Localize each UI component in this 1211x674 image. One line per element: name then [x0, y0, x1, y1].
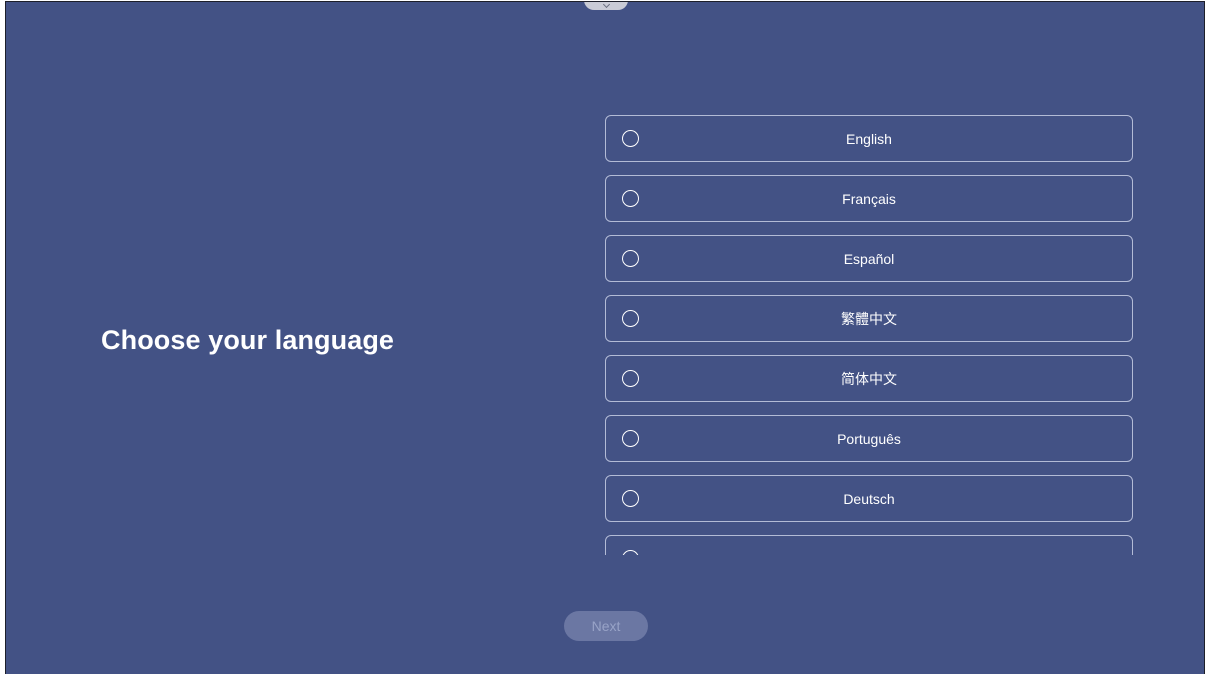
- page-title: Choose your language: [101, 325, 395, 355]
- language-list[interactable]: English Français Español 繁體中文 简体中文 Portu…: [605, 115, 1135, 555]
- language-label: English: [846, 130, 892, 147]
- language-label: 简体中文: [841, 370, 897, 387]
- language-option-portugues[interactable]: Português: [605, 415, 1133, 462]
- language-label: Español: [843, 250, 895, 267]
- language-option-espanol[interactable]: Español: [605, 235, 1133, 282]
- language-label: Deutsch: [843, 490, 895, 507]
- language-option-simplified-chinese[interactable]: 简体中文: [605, 355, 1133, 402]
- language-label: 繁體中文: [841, 310, 897, 327]
- notification-pull-handle[interactable]: [584, 2, 628, 10]
- language-option-partial[interactable]: [605, 535, 1133, 555]
- language-label: [606, 536, 1132, 555]
- next-button[interactable]: Next: [564, 611, 648, 641]
- language-option-deutsch[interactable]: Deutsch: [605, 475, 1133, 522]
- language-label: Português: [837, 430, 901, 447]
- language-option-francais[interactable]: Français: [605, 175, 1133, 222]
- setup-screen: Choose your language English Français Es…: [5, 1, 1205, 674]
- chevron-down-icon: [602, 2, 610, 9]
- language-option-english[interactable]: English: [605, 115, 1133, 162]
- language-option-traditional-chinese[interactable]: 繁體中文: [605, 295, 1133, 342]
- language-label: Français: [842, 190, 896, 207]
